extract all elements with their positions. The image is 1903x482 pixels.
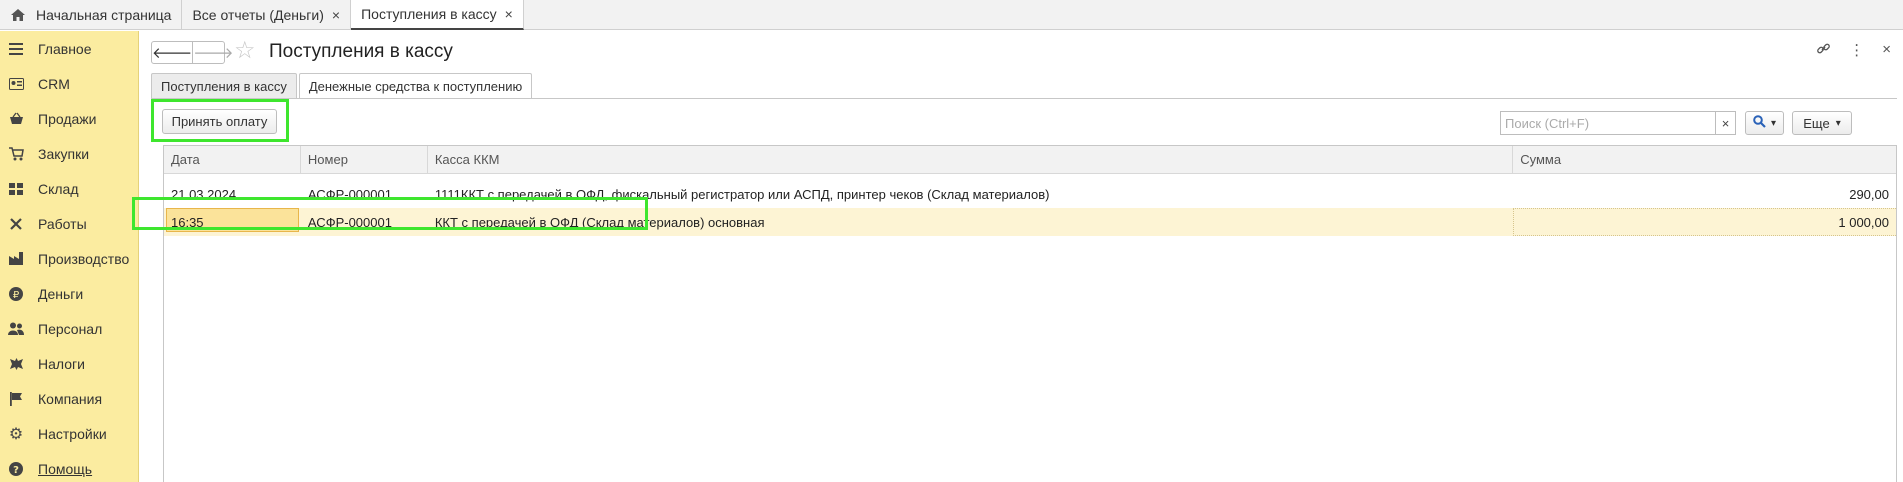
sidebar-item-settings[interactable]: ⚙ Настройки	[0, 416, 138, 451]
sidebar-item-label: Работы	[38, 215, 87, 232]
search-icon	[1753, 115, 1766, 131]
back-button[interactable]: 🡐	[152, 42, 192, 63]
column-header-kkm[interactable]: Касса ККМ	[428, 146, 1514, 173]
svg-text:?: ?	[13, 465, 19, 476]
highlight-selected-row	[132, 197, 648, 230]
warehouse-icon	[8, 181, 24, 197]
tab-label: Начальная страница	[36, 6, 172, 23]
home-icon	[10, 7, 26, 23]
column-header-amount[interactable]: Сумма	[1513, 146, 1896, 173]
sidebar-item-label: Производство	[38, 250, 130, 267]
close-tab-icon[interactable]: ×	[505, 6, 513, 22]
search-input[interactable]: Поиск (Ctrl+F) ×	[1500, 111, 1736, 135]
form-tabs: Поступления в кассу Денежные средства к …	[151, 73, 534, 99]
tools-icon	[8, 216, 24, 232]
sidebar-item-label: Продажи	[38, 110, 97, 127]
sidebar-item-warehouse[interactable]: Склад	[0, 171, 138, 206]
cell-amount: 1 000,00	[1513, 208, 1896, 236]
sidebar-item-production[interactable]: Производство	[0, 241, 138, 276]
sidebar-item-label: Деньги	[38, 285, 84, 302]
sidebar-item-label: Компания	[38, 390, 103, 407]
sidebar-item-works[interactable]: Работы	[0, 206, 138, 241]
gear-icon: ⚙	[8, 425, 24, 443]
flag-icon	[8, 391, 24, 407]
tab-cash-receipts[interactable]: Поступления в кассу ×	[351, 0, 524, 30]
page-title: Поступления в кассу	[269, 41, 453, 62]
sidebar-item-label: Налоги	[38, 355, 85, 372]
main-area: 🡐 🡒 ☆ Поступления в кассу ⋮ × Поступлени…	[132, 31, 1903, 482]
sidebar-item-help[interactable]: ? Помощь	[0, 451, 138, 482]
sidebar-item-purchases[interactable]: Закупки	[0, 136, 138, 171]
sidebar-item-taxes[interactable]: Налоги	[0, 346, 138, 381]
sidebar-item-money[interactable]: ₽ Деньги	[0, 276, 138, 311]
clear-search-icon[interactable]: ×	[1715, 112, 1735, 134]
chevron-down-icon: ▾	[1770, 117, 1777, 129]
people-icon	[8, 321, 24, 337]
tab-funds-to-receive[interactable]: Денежные средства к поступлению	[298, 73, 533, 99]
more-menu-icon[interactable]: ⋮	[1849, 41, 1864, 60]
search-button[interactable]: ▾	[1745, 111, 1784, 135]
sidebar-item-label: Закупки	[38, 145, 90, 162]
tab-all-reports[interactable]: Все отчеты (Деньги) ×	[182, 0, 352, 29]
form-tabs-divider	[151, 98, 1897, 99]
sidebar: Главное CRM Продажи Закупки Склад Работы…	[0, 31, 139, 482]
sidebar-item-crm[interactable]: CRM	[0, 66, 138, 101]
help-icon: ?	[8, 461, 24, 477]
search-placeholder: Поиск (Ctrl+F)	[1505, 115, 1590, 131]
sidebar-item-staff[interactable]: Персонал	[0, 311, 138, 346]
link-icon[interactable]	[1816, 41, 1831, 60]
crm-card-icon	[8, 76, 24, 92]
sidebar-item-label: Персонал	[38, 320, 103, 337]
forward-button[interactable]: 🡒	[192, 42, 233, 63]
close-icon[interactable]: ×	[1882, 41, 1891, 60]
sidebar-item-main[interactable]: Главное	[0, 31, 138, 66]
close-tab-icon[interactable]: ×	[332, 7, 340, 23]
cart-icon	[8, 146, 24, 162]
tab-cash-receipts-list[interactable]: Поступления в кассу	[151, 73, 297, 99]
cell-amount: 290,00	[1849, 186, 1889, 202]
favorite-star-icon[interactable]: ☆	[234, 38, 256, 64]
emblem-icon	[8, 356, 24, 372]
sidebar-item-label: Помощь	[38, 460, 93, 477]
sidebar-item-label: CRM	[38, 75, 70, 92]
tab-home[interactable]: Начальная страница	[0, 0, 183, 29]
sidebar-item-label: Склад	[38, 180, 79, 197]
highlight-accept-payment	[151, 99, 289, 142]
sidebar-item-sales[interactable]: Продажи	[0, 101, 138, 136]
more-button[interactable]: Еще ▾	[1792, 111, 1852, 135]
ruble-icon: ₽	[8, 286, 24, 302]
window-actions: ⋮ ×	[1816, 41, 1891, 60]
svg-text:₽: ₽	[13, 290, 20, 301]
nav-buttons: 🡐 🡒	[151, 41, 233, 64]
sidebar-item-company[interactable]: Компания	[0, 381, 138, 416]
sidebar-item-label: Настройки	[38, 425, 107, 442]
open-tabs-bar: Начальная страница Все отчеты (Деньги) ×…	[0, 0, 1903, 30]
funds-table: Дата Номер Касса ККМ Сумма 21.03.2024 АС…	[163, 145, 1897, 482]
column-header-date[interactable]: Дата	[164, 146, 301, 173]
basket-icon	[8, 111, 24, 127]
more-button-label: Еще	[1803, 115, 1830, 131]
table-header: Дата Номер Касса ККМ Сумма	[164, 146, 1896, 174]
menu-icon	[8, 41, 24, 57]
column-header-number[interactable]: Номер	[301, 146, 428, 173]
factory-icon	[8, 251, 24, 267]
chevron-down-icon: ▾	[1835, 117, 1841, 129]
tab-label: Поступления в кассу	[361, 6, 497, 22]
sidebar-item-label: Главное	[38, 40, 92, 57]
tab-label: Все отчеты (Деньги)	[192, 6, 324, 23]
